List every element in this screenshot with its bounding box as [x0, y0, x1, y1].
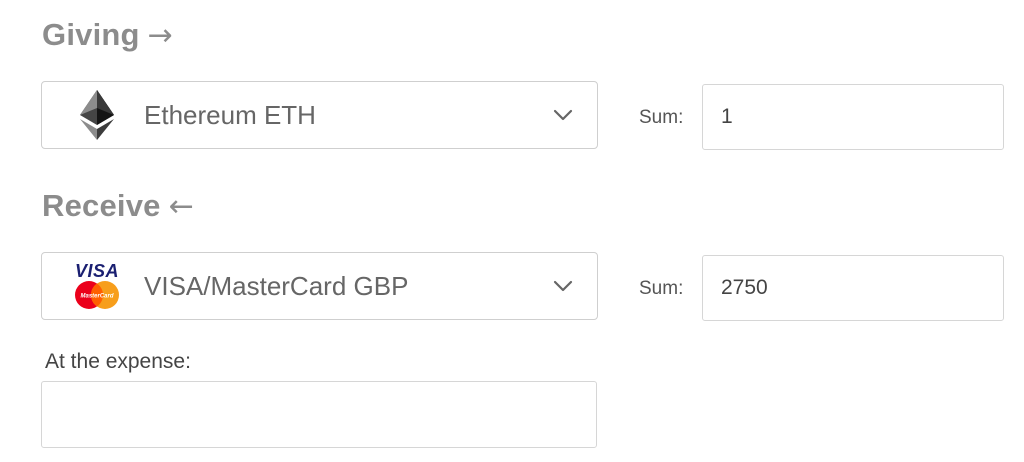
giving-sum-input[interactable]	[702, 84, 1004, 150]
receive-sum-input[interactable]	[702, 255, 1004, 321]
chevron-down-icon	[551, 274, 575, 298]
expense-input[interactable]	[41, 381, 597, 448]
receive-title: Receive ←	[42, 188, 194, 224]
receive-currency-select[interactable]: VISA MasterCard VISA/MasterCard GBP	[41, 252, 598, 320]
expense-label: At the expense:	[45, 350, 191, 373]
receive-sum-label: Sum:	[639, 278, 684, 299]
giving-currency-label: Ethereum ETH	[144, 99, 316, 130]
ethereum-icon	[62, 85, 132, 145]
giving-currency-select[interactable]: Ethereum ETH	[41, 81, 598, 149]
arrow-right-icon: →	[147, 17, 173, 53]
mastercard-logo: MasterCard	[75, 281, 119, 309]
arrow-left-icon: ←	[168, 188, 194, 224]
visa-logo-text: VISA	[74, 261, 119, 281]
chevron-down-icon	[551, 103, 575, 127]
receive-currency-label: VISA/MasterCard GBP	[144, 270, 409, 301]
receive-title-text: Receive	[42, 188, 161, 223]
giving-sum-label: Sum:	[639, 107, 684, 128]
giving-title-text: Giving	[42, 17, 140, 52]
visa-mastercard-icon: VISA MasterCard	[62, 256, 132, 316]
giving-title: Giving →	[42, 17, 173, 53]
mastercard-logo-text: MasterCard	[80, 294, 113, 300]
